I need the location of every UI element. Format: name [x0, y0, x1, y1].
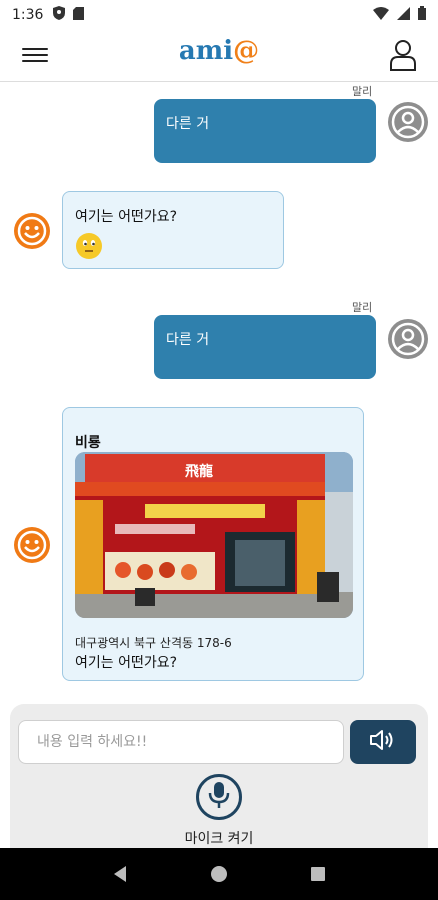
bot-avatar: [12, 211, 52, 251]
logo-at: @: [233, 36, 260, 66]
app-header: ami@: [0, 30, 438, 82]
status-bar: 1:36: [0, 0, 438, 30]
message-text: 여기는 어떤가요?: [75, 209, 178, 225]
home-icon[interactable]: [208, 863, 230, 885]
microphone-icon: [208, 781, 230, 813]
shield-icon: [53, 6, 66, 24]
system-nav-bar: [0, 848, 438, 900]
chat-area: 말리 다른 거 여기는 어떤가요? 말리 다른 거 비룡 飛龍 대구광역시 북구…: [0, 83, 438, 703]
app-logo: ami@: [0, 36, 438, 66]
bot-message-bubble: 여기는 어떤가요?: [62, 191, 284, 269]
signal-icon: [397, 6, 410, 24]
status-right: [373, 6, 426, 24]
wifi-icon: [373, 6, 389, 24]
battery-icon: [418, 6, 426, 24]
sd-card-icon: [73, 6, 85, 24]
speaker-button[interactable]: [350, 720, 416, 764]
message-text: 다른 거: [166, 116, 210, 132]
recents-icon[interactable]: [307, 863, 329, 885]
svg-text:飛龍: 飛龍: [184, 463, 213, 480]
speaker-icon: [369, 728, 397, 756]
user-message-bubble: 다른 거: [154, 99, 376, 163]
back-icon[interactable]: [109, 863, 131, 885]
logo-text: ami: [178, 36, 234, 66]
user-avatar: [388, 102, 428, 142]
neutral-face-emoji: [75, 232, 103, 260]
sender-name: 말리: [352, 85, 373, 98]
input-panel: 마이크 켜기: [10, 704, 428, 854]
message-text: 다른 거: [166, 332, 210, 348]
user-message-bubble: 다른 거: [154, 315, 376, 379]
place-address: 대구광역시 북구 산격동 178-6: [75, 636, 232, 650]
message-text: 여기는 어떤가요?: [75, 655, 178, 671]
place-photo[interactable]: 飛龍: [75, 452, 353, 618]
user-avatar: [388, 319, 428, 359]
sender-name: 말리: [352, 301, 373, 314]
status-time: 1:36: [12, 7, 44, 23]
mic-button[interactable]: [196, 774, 242, 820]
bot-avatar: [12, 525, 52, 565]
bot-place-card[interactable]: 비룡 飛龍 대구광역시 북구 산격동 178-6 여기는 어떤가요?: [62, 407, 364, 681]
place-name: 비룡: [75, 435, 101, 451]
mic-label: 마이크 켜기: [184, 831, 254, 847]
message-input[interactable]: [18, 720, 344, 764]
profile-icon[interactable]: [388, 38, 418, 72]
